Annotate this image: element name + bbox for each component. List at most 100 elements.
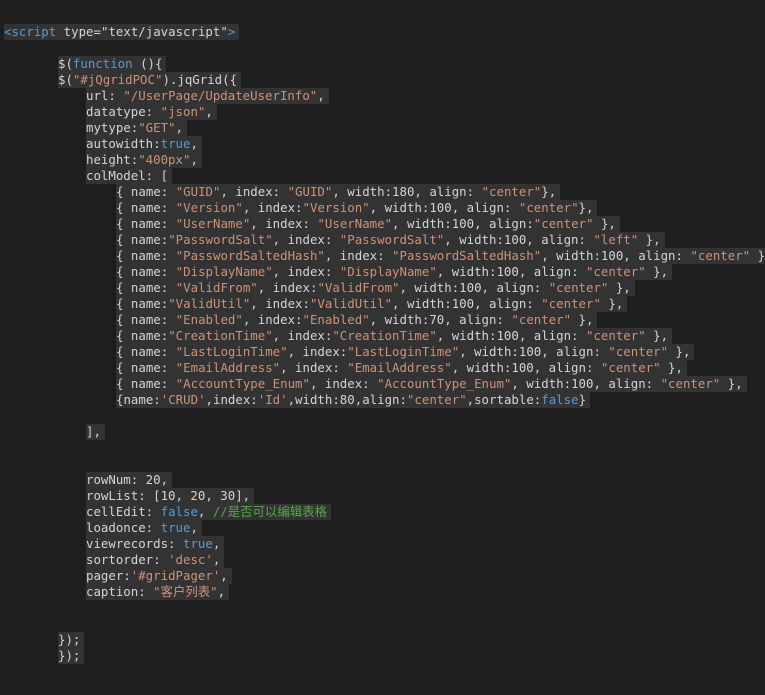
code-line: { name: "DisplayName", index: "DisplayNa… xyxy=(0,264,673,280)
code-token: true xyxy=(160,136,191,151)
code-token: "Enabled" xyxy=(302,312,370,327)
code-token: $( xyxy=(58,72,73,87)
code-token: "CreationTime" xyxy=(332,328,437,343)
code-token: caption: xyxy=(86,584,154,599)
code-token: "PasswordSaltedHash" xyxy=(175,248,325,263)
code-token: "center" xyxy=(406,392,467,407)
code-token: ).jqGrid({ xyxy=(162,72,238,87)
code-token: } xyxy=(578,392,587,407)
code-token: , width:100, align: xyxy=(392,296,542,311)
code-token: "PasswordSalt" xyxy=(168,232,273,247)
code-token: , index: xyxy=(272,264,340,279)
code-token: , index: xyxy=(250,296,310,311)
code-token: (){ xyxy=(132,56,163,71)
code-token: , width:100, align: xyxy=(444,232,594,247)
code-line: $(function (){ xyxy=(0,56,167,72)
code-line: loadonce: true, xyxy=(0,520,202,536)
code-token: }, xyxy=(645,264,669,279)
code-line: ], xyxy=(0,424,105,440)
code-token: }); xyxy=(58,648,81,663)
code-token: function xyxy=(72,56,133,71)
code-line: { name: "EmailAddress", index: "EmailAdd… xyxy=(0,360,687,376)
code-token: , index: xyxy=(287,344,348,359)
code-token: , index: xyxy=(242,312,303,327)
code-token: true xyxy=(182,536,213,551)
code-token: , width:100, align: xyxy=(451,360,601,375)
code-token: , xyxy=(197,504,213,519)
code-token: , width:100, align: xyxy=(399,280,549,295)
code-line: { name:"CreationTime", index:"CreationTi… xyxy=(0,328,673,344)
code-token: , index: xyxy=(324,248,393,263)
code-token: { name: xyxy=(116,312,176,327)
code-token: "center" xyxy=(481,184,542,199)
code-line: { name: "LastLoginTime", index:"LastLogi… xyxy=(0,344,695,360)
code-token: 'CRUD' xyxy=(160,392,206,407)
code-token: "GET" xyxy=(138,120,176,135)
code-token: { name: xyxy=(116,328,169,343)
code-line: { name: "ValidFrom", index:"ValidFrom", … xyxy=(0,280,635,296)
code-token: "#jQgridPOC" xyxy=(72,72,163,87)
code-token: $( xyxy=(58,56,73,71)
code-token: = xyxy=(93,24,101,39)
code-token: "ValidUtil" xyxy=(309,296,393,311)
code-token: , width:100, align: xyxy=(392,216,534,231)
code-token: , xyxy=(220,568,228,583)
code-token: "LastLoginTime" xyxy=(347,344,460,359)
code-token: , width:100, align: xyxy=(541,248,691,263)
code-token: mytype: xyxy=(86,120,139,135)
code-token: "center" xyxy=(586,264,646,279)
code-token: , width:70, align: xyxy=(369,312,512,327)
code-line: datatype: "json", xyxy=(0,104,217,120)
code-token: <script xyxy=(4,24,57,39)
code-token: }, xyxy=(571,312,594,327)
code-line: autowidth:true, xyxy=(0,136,202,152)
code-token: cellEdit: xyxy=(86,504,161,519)
code-token: { name: xyxy=(116,184,176,199)
code-token: }, xyxy=(757,248,765,263)
code-token: viewrecords: xyxy=(86,536,183,551)
code-token: "center" xyxy=(608,344,669,359)
code-token: { name: xyxy=(116,200,176,215)
code-token: "center" xyxy=(660,376,721,391)
code-token: ,sortable: xyxy=(466,392,542,407)
code-token: { name: xyxy=(116,248,176,263)
code-token: , index: xyxy=(272,232,340,247)
code-token: "center" xyxy=(533,216,594,231)
code-token: height: xyxy=(86,152,139,167)
code-token: "DisplayName" xyxy=(175,264,273,279)
code-token: , width:100, align: xyxy=(369,200,519,215)
code-token: , index: xyxy=(257,280,318,295)
code-line: { name: "GUID", index: "GUID", width:180… xyxy=(0,184,561,200)
code-line: { name: "UserName", index: "UserName", w… xyxy=(0,216,620,232)
code-token: , xyxy=(205,104,213,119)
code-token: , index: xyxy=(242,200,303,215)
code-token: "center" xyxy=(600,360,661,375)
code-token: }, xyxy=(600,296,624,311)
code-line: caption: "客户列表", xyxy=(0,584,230,600)
code-token: { name: xyxy=(116,280,176,295)
code-token: , width:100, align: xyxy=(511,376,661,391)
code-token: "ValidUtil" xyxy=(168,296,251,311)
code-token: { name: xyxy=(116,344,176,359)
code-token: "Enabled" xyxy=(175,312,243,327)
code-token: { name: xyxy=(116,264,176,279)
code-line: sortorder: 'desc', xyxy=(0,552,225,568)
code-token: }, xyxy=(608,280,631,295)
code-token: "text/javascript" xyxy=(101,24,228,39)
code-line: rowList: [10, 20, 30], xyxy=(0,488,255,504)
code-token: "GUID" xyxy=(287,184,333,199)
code-token: "PasswordSaltedHash" xyxy=(392,248,542,263)
code-token: > xyxy=(227,24,236,39)
code-line: pager:'#gridPager', xyxy=(0,568,232,584)
code-token: "center" xyxy=(518,200,579,215)
code-token: false xyxy=(541,392,579,407)
code-token: {name: xyxy=(116,392,161,407)
code-editor[interactable]: <script type="text/javascript"> $(functio… xyxy=(0,0,765,695)
code-token: , xyxy=(175,120,183,135)
code-token: "LastLoginTime" xyxy=(175,344,288,359)
code-token: , xyxy=(190,152,198,167)
code-line: { name: "Version", index:"Version", widt… xyxy=(0,200,598,216)
